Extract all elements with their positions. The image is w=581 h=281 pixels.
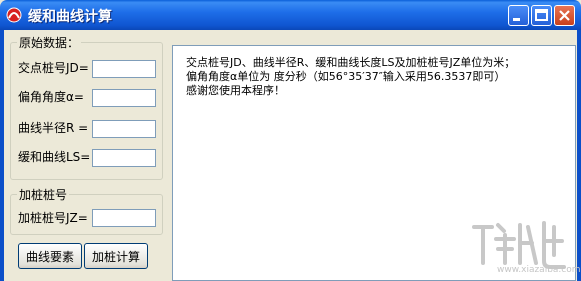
title-bar[interactable]: 缓和曲线计算 xyxy=(0,0,581,30)
input-group-title: 原始数据： xyxy=(17,34,82,51)
transition-curve-input[interactable] xyxy=(92,149,156,167)
close-button[interactable] xyxy=(554,5,575,26)
maximize-button[interactable] xyxy=(531,5,552,26)
jz-input[interactable] xyxy=(92,209,156,227)
output-line-angle-format: 偏角角度α单位为 度分秒（如56°35′37″输入采用56.3537即可） xyxy=(186,70,506,83)
output-line-thanks: 感谢您使用本程序！ xyxy=(186,84,285,97)
transition-curve-label: 缓和曲线LS= xyxy=(18,150,91,164)
minimize-icon xyxy=(513,18,520,21)
deflection-angle-label: 偏角角度α= xyxy=(18,90,84,104)
output-line-units: 交点桩号JD、曲线半径R、缓和曲线长度LS及加桩桩号JZ单位为米； xyxy=(186,56,516,69)
input-data-group: 原始数据： 交点桩号JD= 偏角角度α= 曲线半径R = 缓和曲线LS= xyxy=(10,34,163,180)
station-group-title: 加桩桩号 xyxy=(17,186,70,203)
app-icon xyxy=(6,7,22,23)
station-calc-button[interactable]: 加桩计算 xyxy=(84,243,148,269)
added-station-group: 加桩桩号 加桩桩号JZ= xyxy=(10,186,163,235)
curve-elements-button[interactable]: 曲线要素 xyxy=(18,243,82,269)
curve-radius-input[interactable] xyxy=(92,120,156,138)
deflection-angle-input[interactable] xyxy=(92,89,156,107)
window-frame-right xyxy=(577,30,581,281)
jd-input[interactable] xyxy=(92,60,156,78)
calculator-window: 缓和曲线计算 原始数据： 交点桩号JD= 偏角角度α= 曲线半径R = 缓和曲线… xyxy=(0,0,581,281)
window-frame-left xyxy=(0,30,4,281)
maximize-icon xyxy=(535,9,548,21)
window-title: 缓和曲线计算 xyxy=(28,9,112,25)
curve-radius-label: 曲线半径R = xyxy=(18,121,89,135)
jd-label: 交点桩号JD= xyxy=(18,61,89,75)
watermark-caption: www.xiazaiba.com xyxy=(497,265,581,275)
close-icon xyxy=(559,10,570,21)
minimize-button[interactable] xyxy=(508,5,529,26)
jz-label: 加桩桩号JZ= xyxy=(18,211,88,225)
